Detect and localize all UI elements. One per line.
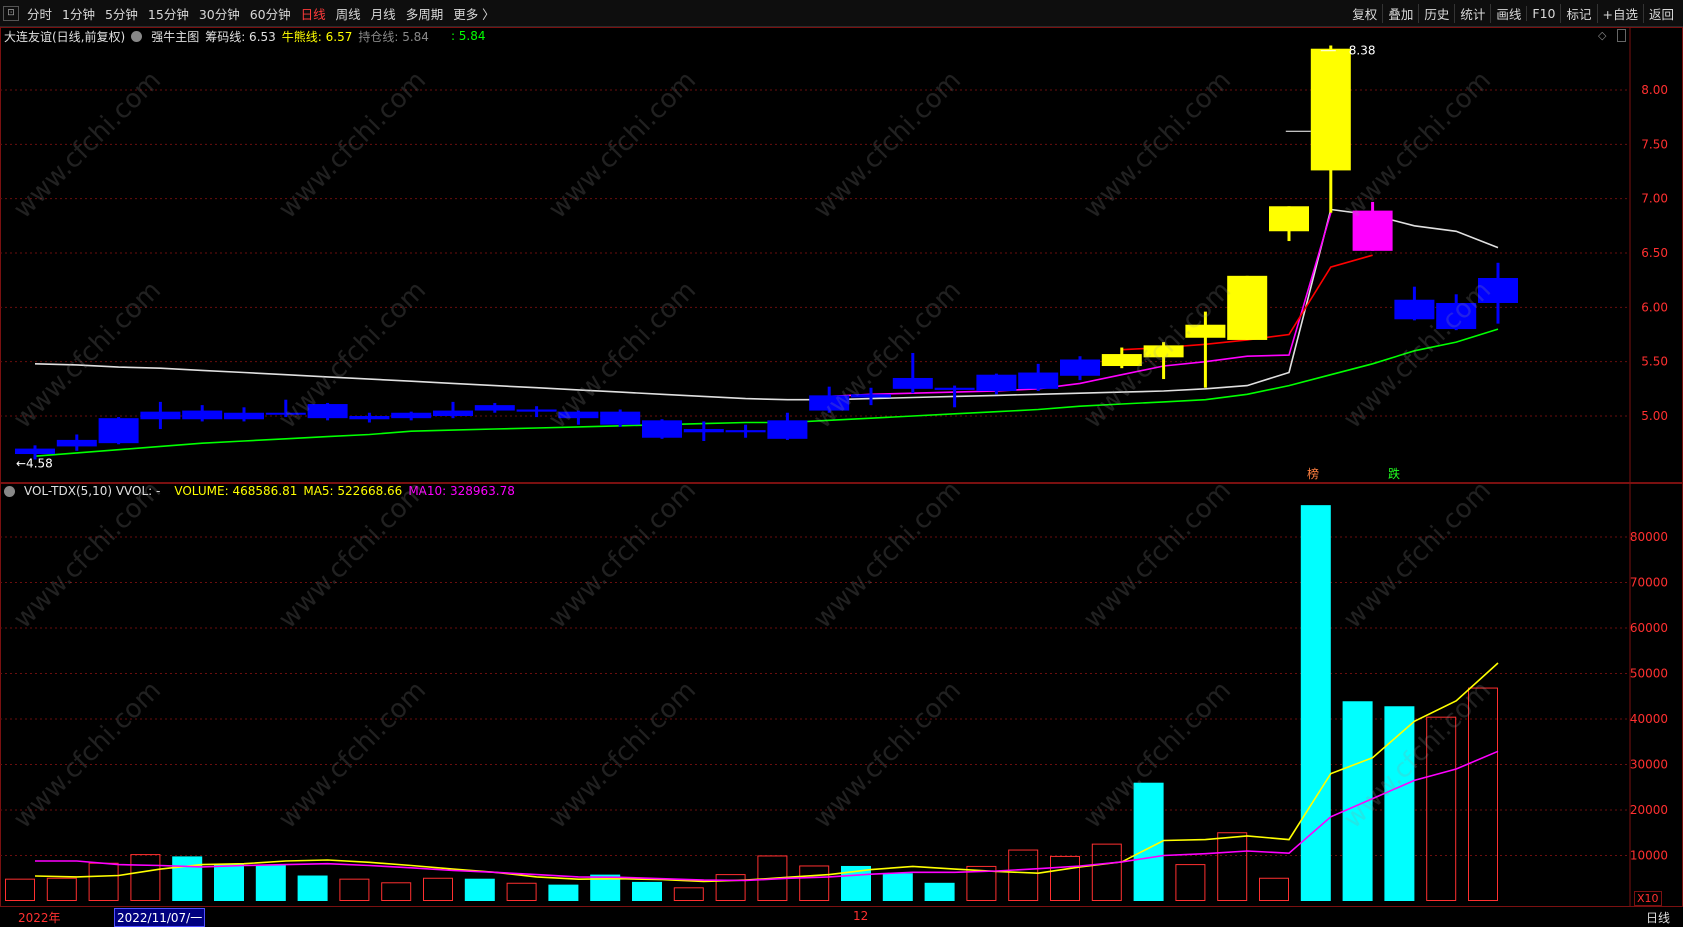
cursor-date-label: 2022/11/07/一	[114, 908, 206, 927]
diamond-icon[interactable]: ◇	[1598, 29, 1606, 42]
year-label: 2022年	[18, 911, 61, 925]
vol-title[interactable]: VOL-TDX(5,10) VVOL: -	[24, 484, 160, 498]
time-axis: 2022年 2022/11/07/一 12 日线	[0, 906, 1683, 927]
period-label: 日线	[1646, 911, 1671, 925]
stock-title: 大连友谊(日线,前复权)	[4, 29, 126, 44]
tool-button-1[interactable]: 叠加	[1382, 3, 1418, 23]
vol-unit-label: X10	[1634, 891, 1662, 906]
tool-button-2[interactable]: 历史	[1418, 3, 1454, 23]
tool-button-3[interactable]: 统计	[1454, 3, 1490, 23]
ma5-value: MA5: 522668.66	[303, 484, 403, 498]
period-tabs: 分时 1分钟 5分钟 15分钟 30分钟 60分钟 日线 周线 月线 多周期 更多 〉	[22, 0, 500, 26]
hold-line-label: 持仓线: 5.84	[358, 29, 429, 44]
period-tab-9[interactable]: 多周期	[401, 4, 449, 23]
period-tab-5[interactable]: 60分钟	[245, 4, 296, 23]
period-tab-2[interactable]: 5分钟	[100, 4, 143, 23]
volume-indicator-bar: VOL-TDX(5,10) VVOL: - VOLUME: 468586.81 …	[4, 483, 515, 499]
ma10-value: MA10: 328963.78	[408, 484, 515, 498]
extra-line-label: : 5.84	[450, 29, 486, 43]
indicator-icon[interactable]	[131, 30, 145, 42]
period-tab-7[interactable]: 周线	[331, 4, 366, 23]
indicator-name[interactable]: 强牛主图	[151, 28, 199, 45]
period-tab-1[interactable]: 1分钟	[57, 4, 100, 23]
scroll-handle[interactable]	[1617, 29, 1626, 42]
tool-button-7[interactable]: +自选	[1596, 3, 1643, 23]
period-toolbar: ⊡ 分时 1分钟 5分钟 15分钟 30分钟 60分钟 日线 周线 月线 多周期 更多 〉 复权 叠加…	[0, 0, 1683, 27]
main-indicator-bar: 大连友谊(日线,前复权) 强牛主图 筹码线: 6.53 牛熊线: 6.57 持仓…	[4, 28, 486, 44]
period-tab-4[interactable]: 30分钟	[194, 4, 245, 23]
period-tab-6[interactable]: 日线	[296, 4, 331, 23]
period-tab-0[interactable]: 分时	[22, 4, 57, 23]
period-tab-10[interactable]: 更多 〉	[448, 4, 499, 23]
vol-indicator-icon[interactable]	[4, 485, 18, 497]
period-tab-3[interactable]: 15分钟	[143, 4, 194, 23]
collapse-button[interactable]: ⊡	[3, 6, 19, 21]
month-label: 12	[853, 909, 869, 923]
tool-button-5[interactable]: F10	[1526, 5, 1560, 21]
tool-button-8[interactable]: 返回	[1642, 3, 1679, 23]
bull-line-label: 牛熊线: 6.57	[281, 29, 353, 44]
period-tab-8[interactable]: 月线	[366, 4, 401, 23]
chip-line-label: 筹码线: 6.53	[205, 29, 276, 44]
volume-value: VOLUME: 468586.81	[174, 484, 298, 498]
tool-button-6[interactable]: 标记	[1560, 3, 1596, 23]
volume-panel	[0, 483, 1683, 907]
main-chart-panel	[0, 27, 1683, 483]
tool-buttons: 复权 叠加 历史 统计 画线 F10 标记 +自选 返回	[1347, 0, 1679, 26]
tool-button-4[interactable]: 画线	[1490, 3, 1526, 23]
tool-button-0[interactable]: 复权	[1347, 4, 1382, 23]
